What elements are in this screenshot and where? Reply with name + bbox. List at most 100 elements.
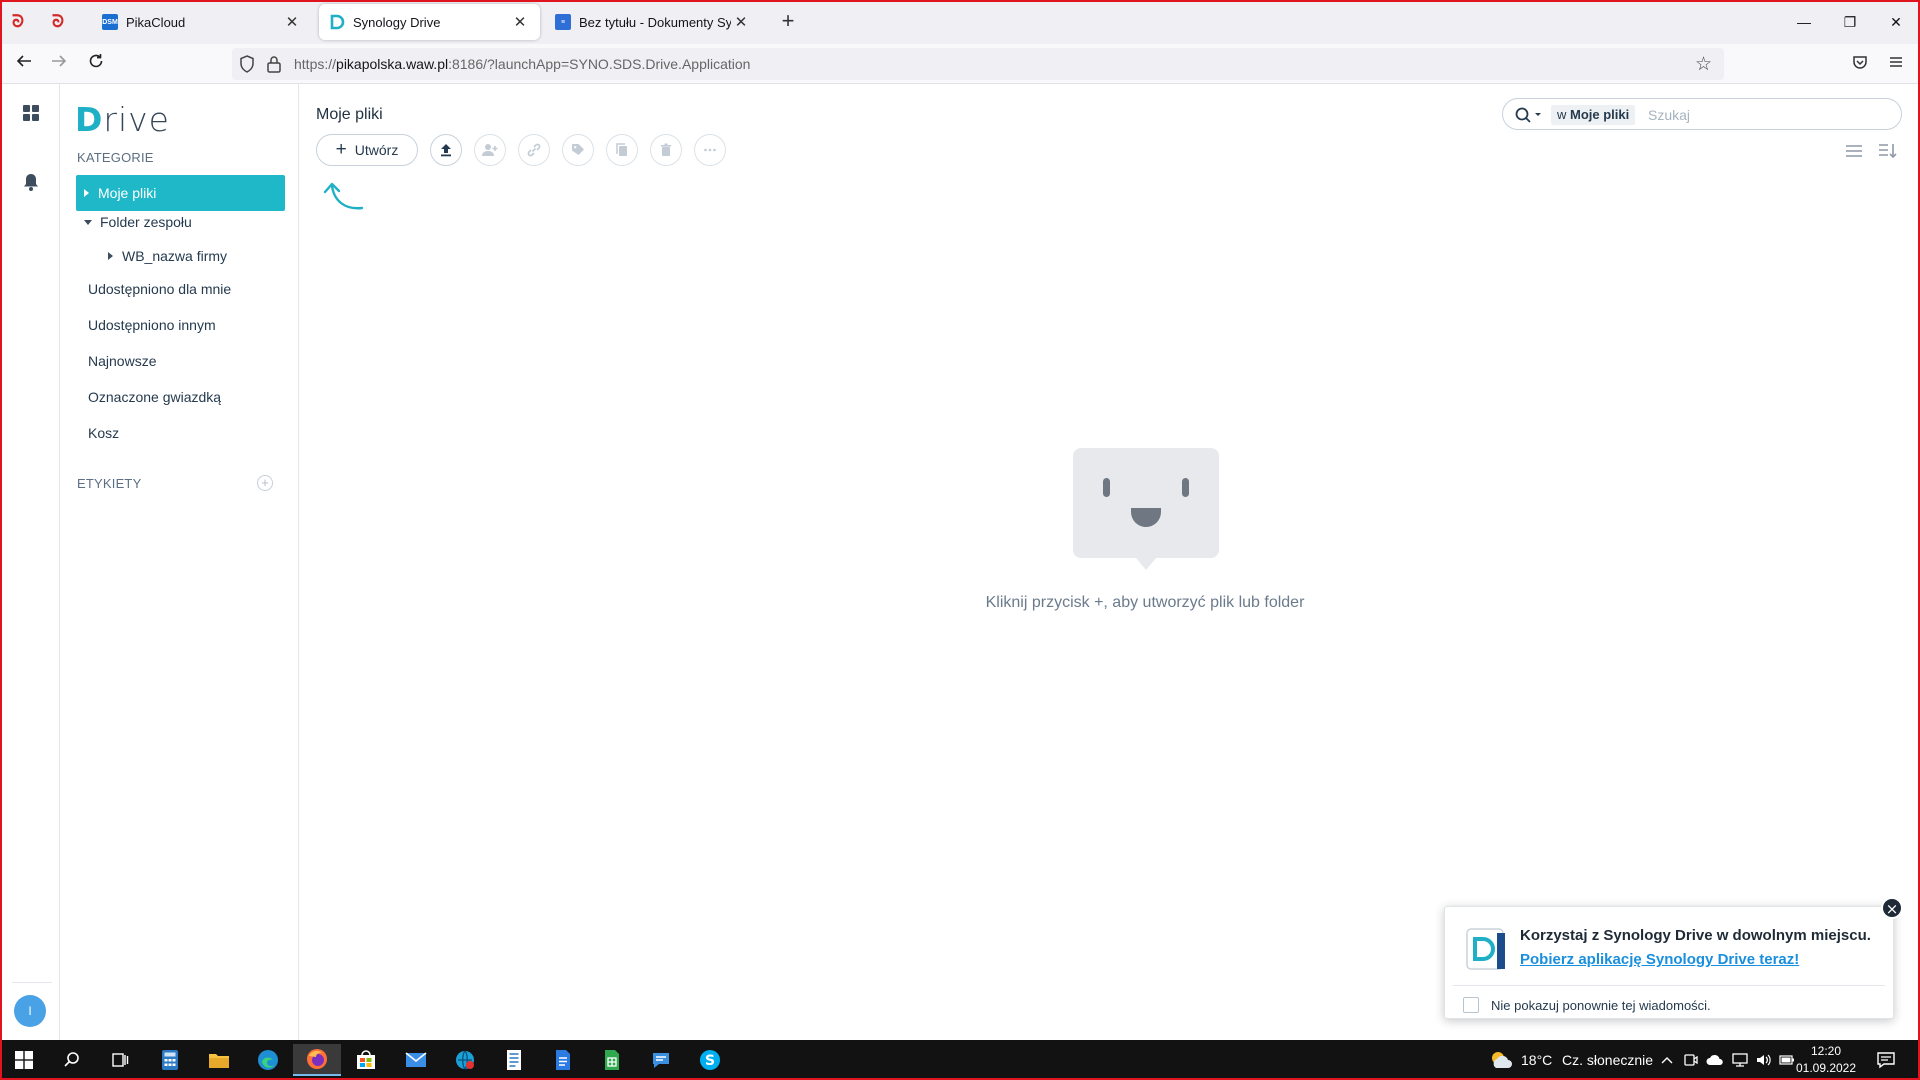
meet-now-icon[interactable] xyxy=(1683,1052,1699,1068)
skype-app[interactable]: S xyxy=(686,1044,734,1076)
sort-button[interactable] xyxy=(1876,140,1898,162)
search-input[interactable] xyxy=(1648,105,1888,125)
skype-icon: S xyxy=(700,1050,720,1070)
document-viewer-app[interactable] xyxy=(490,1044,538,1076)
sidebar-item-shared-with-others[interactable]: Udostępniono innym xyxy=(76,307,285,343)
address-bar[interactable]: https://pikapolska.waw.pl:8186/?launchAp… xyxy=(232,48,1724,80)
tag-icon xyxy=(572,144,584,155)
mail-app[interactable] xyxy=(392,1044,440,1076)
start-button[interactable] xyxy=(0,1044,48,1076)
more-button[interactable] xyxy=(694,134,726,166)
forward-arrow-icon xyxy=(52,55,67,67)
pinned-tab-1[interactable]: ᘐ xyxy=(6,10,30,34)
delete-button[interactable] xyxy=(650,134,682,166)
document-icon xyxy=(507,1050,521,1070)
chevron-up-icon[interactable] xyxy=(1660,1054,1674,1066)
labels-heading: ETYKIETY xyxy=(77,476,142,491)
close-tab-icon[interactable]: ✕ xyxy=(510,13,530,31)
new-tab-button[interactable]: + xyxy=(776,10,800,34)
chevron-down-icon[interactable] xyxy=(84,219,92,225)
download-app-link[interactable]: Pobierz aplikację Synology Drive teraz! xyxy=(1520,951,1799,968)
tag-button[interactable] xyxy=(562,134,594,166)
sidebar-item-recent[interactable]: Najnowsze xyxy=(76,343,285,379)
categories-heading: KATEGORIE xyxy=(77,150,154,165)
sidebar-item-label: Oznaczone gwiazdką xyxy=(88,389,222,405)
search-taskbar-button[interactable] xyxy=(48,1044,96,1076)
menu-button[interactable] xyxy=(1882,50,1910,78)
mail-icon xyxy=(405,1052,427,1067)
edge-app[interactable] xyxy=(244,1044,292,1076)
dont-show-again-label[interactable]: Nie pokazuj ponownie tej wiadomości. xyxy=(1491,998,1711,1013)
create-button[interactable]: + Utwórz xyxy=(316,134,418,166)
empty-folder-illustration xyxy=(1073,448,1219,570)
sidebar-item-shared-with-me[interactable]: Udostępniono dla mnie xyxy=(76,271,285,307)
minimize-button[interactable]: ― xyxy=(1781,6,1827,38)
restore-button[interactable]: ❐ xyxy=(1827,6,1873,38)
chevron-right-icon[interactable] xyxy=(84,189,89,197)
weather-temp[interactable]: 18°C xyxy=(1521,1052,1552,1068)
back-button[interactable] xyxy=(10,50,38,78)
tab-pikacloud[interactable]: DSM PikaCloud ✕ xyxy=(92,4,312,40)
list-view-button[interactable] xyxy=(1843,140,1865,162)
trash-icon xyxy=(661,143,671,156)
synology-office-sheet-app[interactable] xyxy=(588,1044,636,1076)
sidebar-item-label: WB_nazwa firmy xyxy=(122,248,228,264)
cloud-sync-icon[interactable] xyxy=(1706,1052,1724,1068)
sidebar-item-team-folder[interactable]: Folder zespołu xyxy=(76,204,285,240)
shield-icon[interactable] xyxy=(238,54,258,74)
close-tab-icon[interactable]: ✕ xyxy=(731,13,751,31)
share-button[interactable] xyxy=(474,134,506,166)
hint-arrow-icon xyxy=(323,182,364,210)
task-view-button[interactable] xyxy=(96,1044,144,1076)
store-app[interactable] xyxy=(342,1044,390,1076)
search-box[interactable]: w Moje pliki xyxy=(1502,98,1902,130)
folder-icon xyxy=(209,1054,229,1068)
browser-nav-bar: https://pikapolska.waw.pl:8186/?launchAp… xyxy=(0,44,1920,84)
notifications-icon[interactable] xyxy=(1876,1051,1896,1069)
sync-globe-icon xyxy=(456,1050,474,1070)
close-tab-icon[interactable]: ✕ xyxy=(282,13,302,31)
system-clock[interactable]: 12:20 01.09.2022 xyxy=(1795,1043,1857,1077)
firefox-app[interactable] xyxy=(293,1044,341,1076)
pinned-tab-2[interactable]: ᘐ xyxy=(46,10,70,34)
back-arrow-icon xyxy=(16,55,31,67)
tab-synology-drive[interactable]: Synology Drive ✕ xyxy=(319,4,540,40)
volume-icon[interactable] xyxy=(1755,1052,1773,1068)
reload-button[interactable] xyxy=(82,50,110,78)
firefox-icon xyxy=(307,1049,327,1069)
sidebar-item-trash[interactable]: Kosz xyxy=(76,415,285,451)
bell-icon[interactable] xyxy=(19,170,43,194)
synology-office-doc-app[interactable] xyxy=(539,1044,587,1076)
network-icon[interactable] xyxy=(1731,1052,1749,1068)
chevron-right-icon[interactable] xyxy=(108,252,113,260)
dont-show-again-checkbox[interactable] xyxy=(1463,997,1479,1013)
calculator-icon xyxy=(162,1050,178,1070)
user-avatar[interactable]: I xyxy=(14,995,46,1027)
file-explorer-app[interactable] xyxy=(195,1044,243,1076)
battery-icon[interactable] xyxy=(1779,1053,1795,1067)
sidebar-item-starred[interactable]: Oznaczone gwiazdką xyxy=(76,379,285,415)
add-label-icon[interactable]: + xyxy=(257,475,273,491)
messenger-app[interactable] xyxy=(637,1044,685,1076)
search-icon xyxy=(64,1052,79,1067)
search-icon[interactable] xyxy=(1514,106,1544,124)
bookmark-star-icon[interactable]: ☆ xyxy=(1695,53,1712,76)
forward-button[interactable] xyxy=(45,50,73,78)
sync-app[interactable] xyxy=(441,1044,489,1076)
tab-docs[interactable]: ≡ Bez tytułu - Dokumenty Synolo ✕ xyxy=(545,4,761,40)
close-notification-icon[interactable]: × xyxy=(1881,897,1903,919)
weather-partly-sunny-icon[interactable] xyxy=(1488,1050,1514,1070)
pocket-button[interactable] xyxy=(1846,50,1874,78)
link-button[interactable] xyxy=(518,134,550,166)
calculator-app[interactable] xyxy=(146,1044,194,1076)
sidebar-item-wb-company[interactable]: WB_nazwa firmy xyxy=(76,238,285,274)
lock-icon[interactable] xyxy=(266,54,286,74)
close-window-button[interactable]: ✕ xyxy=(1873,6,1919,38)
reload-icon xyxy=(89,54,103,68)
url-text[interactable]: https://pikapolska.waw.pl:8186/?launchAp… xyxy=(294,56,750,72)
drive-logo-icon xyxy=(329,14,345,30)
apps-grid-icon[interactable] xyxy=(19,101,43,125)
copy-button[interactable] xyxy=(606,134,638,166)
weather-desc[interactable]: Cz. słonecznie xyxy=(1562,1052,1653,1068)
upload-button[interactable] xyxy=(430,134,462,166)
